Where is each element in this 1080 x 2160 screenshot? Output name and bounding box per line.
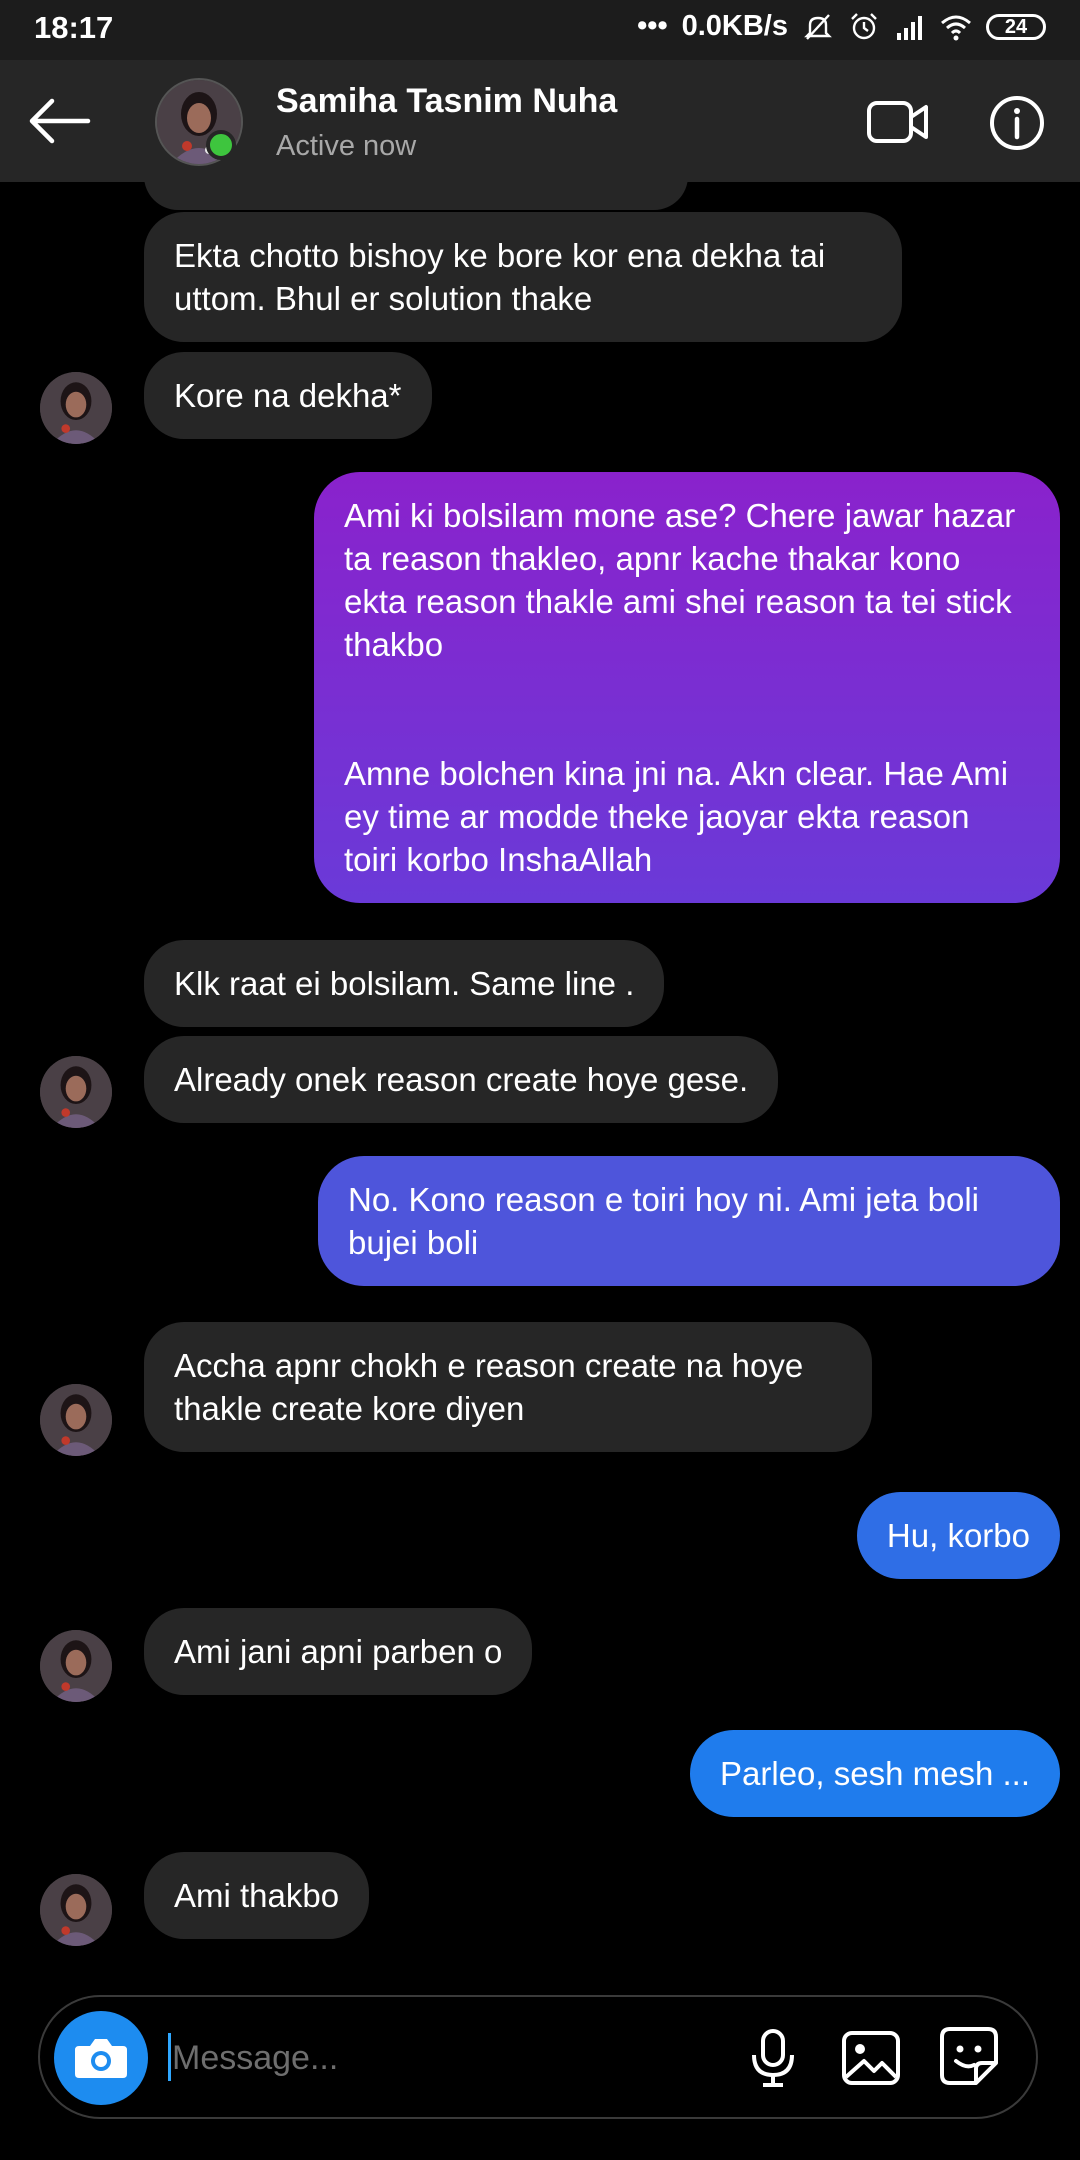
status-bar: 18:17 ••• 0.0KB/s 24 [0, 0, 1080, 60]
wifi-icon [941, 15, 971, 40]
message-bubble-incoming[interactable]: Klk raat ei bolsilam. Same line . [144, 940, 665, 1027]
message-bubble-incoming[interactable]: Ami thakbo [144, 1852, 370, 1939]
network-speed: 0.0KB/s [681, 10, 788, 42]
signal-icon [897, 15, 922, 40]
contact-avatar-small [40, 1384, 112, 1456]
more-notifications-icon: ••• [637, 10, 668, 42]
chat-header: Samiha Tasnim Nuha Active now [0, 60, 1080, 182]
profile-photo-icon [40, 1630, 112, 1702]
online-indicator [206, 130, 236, 160]
contact-avatar-small [40, 372, 112, 444]
camera-button[interactable] [54, 2011, 148, 2105]
camera-icon [75, 2039, 127, 2078]
battery-icon: 24 [986, 13, 1046, 40]
info-icon[interactable] [988, 94, 1046, 152]
message-bubble-outgoing[interactable]: Hu, korbo [856, 1492, 1060, 1579]
message-bubble-incoming[interactable]: Already onek reason create hoye gese. [144, 1036, 779, 1123]
back-arrow-icon[interactable] [26, 96, 92, 146]
gallery-icon[interactable] [838, 2025, 904, 2091]
message-composer [38, 1995, 1038, 2119]
profile-photo-icon [40, 1874, 112, 1946]
contact-status: Active now [276, 130, 417, 162]
message-bubble-clipped[interactable] [144, 182, 688, 210]
message-bubble-incoming[interactable]: Accha apnr chokh e reason create na hoye… [144, 1322, 872, 1452]
message-bubble-outgoing[interactable]: Parleo, sesh mesh ... [690, 1730, 1060, 1817]
microphone-icon[interactable] [740, 2025, 806, 2091]
message-bubble-outgoing[interactable]: No. Kono reason e toiri hoy ni. Ami jeta… [318, 1156, 1060, 1286]
profile-photo-icon [40, 1056, 112, 1128]
mute-bell-icon [804, 13, 832, 40]
message-input[interactable] [170, 2027, 734, 2089]
contact-name[interactable]: Samiha Tasnim Nuha [276, 82, 617, 121]
contact-avatar-small [40, 1874, 112, 1946]
status-icons: ••• 0.0KB/s 24 [637, 10, 1046, 43]
message-bubble-incoming[interactable]: Kore na dekha* [144, 352, 432, 439]
message-bubble-incoming[interactable]: Ekta chotto bishoy ke bore kor ena dekha… [144, 212, 902, 342]
status-time: 18:17 [34, 10, 114, 45]
message-bubble-incoming[interactable]: Ami jani apni parben o [144, 1608, 533, 1695]
message-bubble-outgoing[interactable]: Ami ki bolsilam mone ase? Chere jawar ha… [314, 472, 1060, 903]
message-thread[interactable]: Ekta chotto bishoy ke bore kor ena dekha… [0, 182, 1080, 1972]
contact-avatar-small [40, 1056, 112, 1128]
alarm-icon [851, 12, 877, 39]
sticker-icon[interactable] [936, 2023, 1002, 2089]
profile-photo-icon [40, 1384, 112, 1456]
profile-photo-icon [40, 372, 112, 444]
video-call-icon[interactable] [866, 98, 930, 146]
contact-avatar-small [40, 1630, 112, 1702]
